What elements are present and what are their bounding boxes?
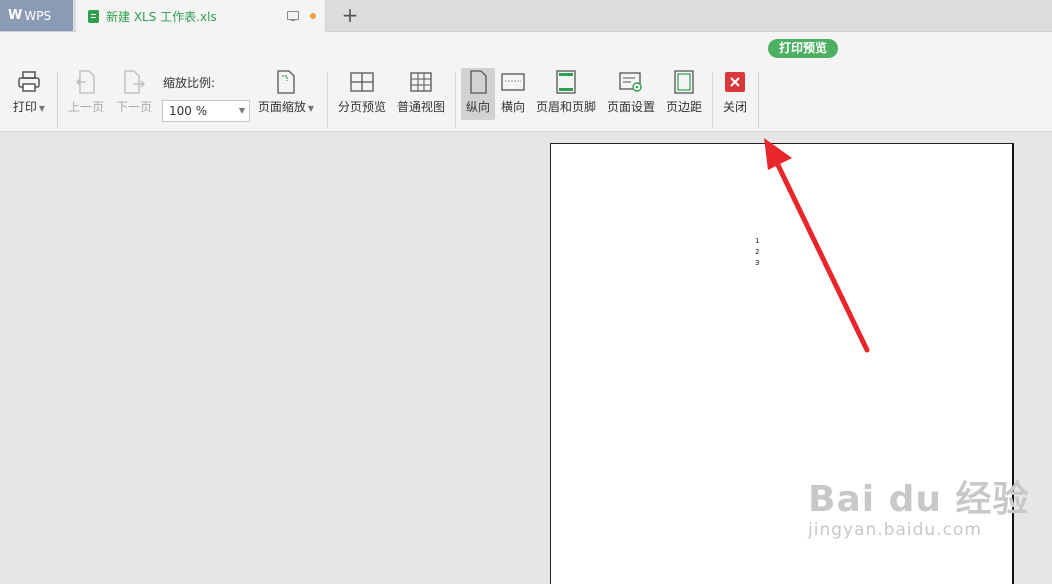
watermark-brand: Bai du 经验 (808, 479, 1030, 520)
baidu-watermark: Bai du 经验 jingyan.baidu.com (808, 470, 1030, 540)
watermark-url: jingyan.baidu.com (808, 520, 982, 540)
